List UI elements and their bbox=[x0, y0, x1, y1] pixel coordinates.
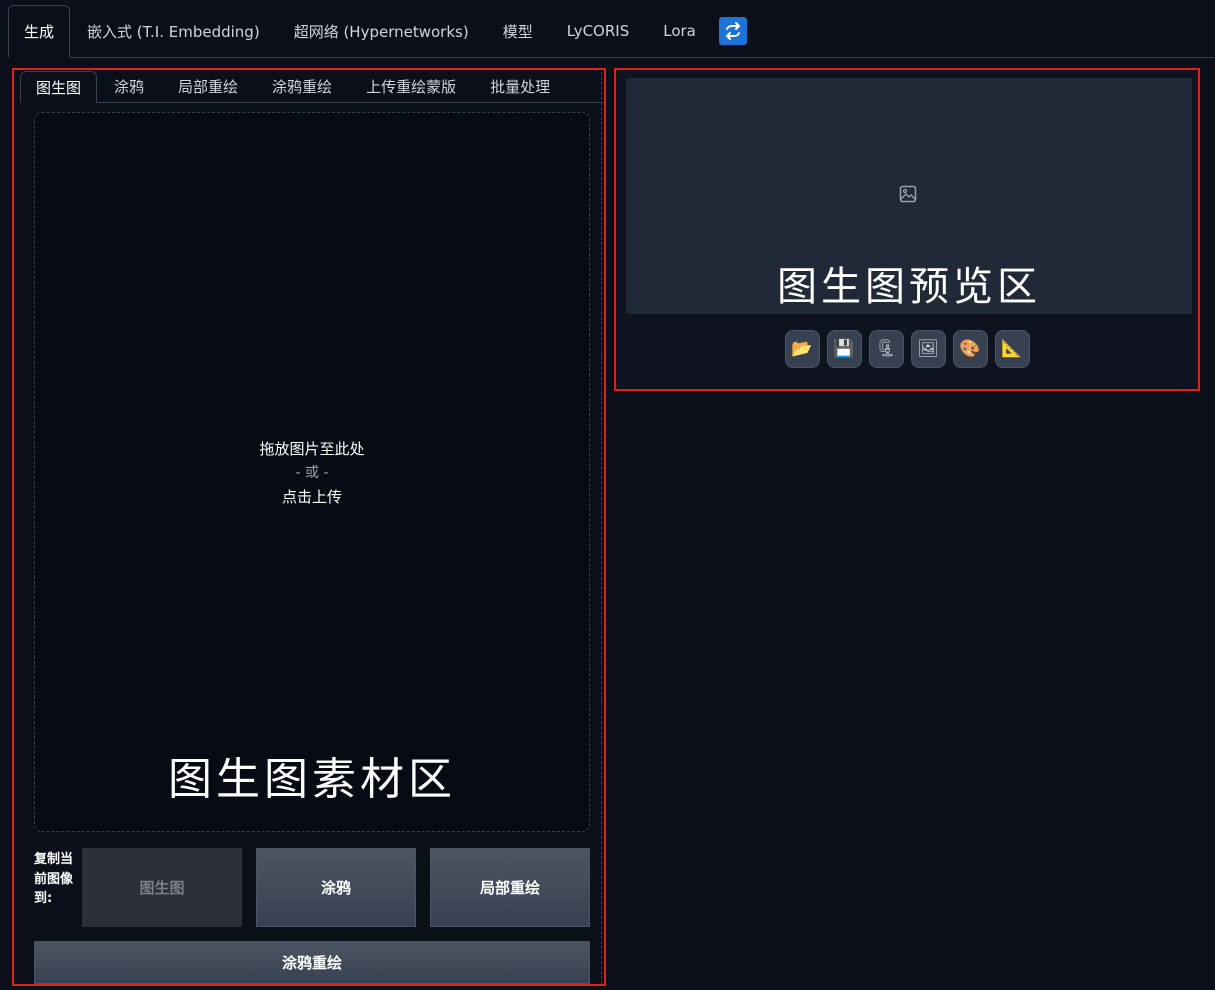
copy-to-inpaint-button[interactable]: 局部重绘 bbox=[430, 848, 590, 927]
send-to-inpaint-icon: 🎨 bbox=[959, 339, 981, 359]
save-button[interactable]: 💾 bbox=[826, 330, 862, 368]
source-area-label: 图生图素材区 bbox=[168, 754, 456, 805]
copy-image-row: 复制当前图像到: 图生图 涂鸦 局部重绘 bbox=[34, 848, 590, 928]
open-folder-button[interactable]: 📂 bbox=[784, 330, 820, 368]
copy-to-sketch-button[interactable]: 涂鸦 bbox=[256, 848, 416, 927]
img2img-mode-tabs: 图生图 涂鸦 局部重绘 涂鸦重绘 上传重绘蒙版 批量处理 bbox=[20, 71, 604, 103]
output-preview: 图生图预览区 bbox=[626, 78, 1192, 314]
tab-models[interactable]: 模型 bbox=[486, 5, 550, 57]
tab-lora[interactable]: Lora bbox=[646, 5, 713, 57]
copy-to-img2img-button[interactable]: 图生图 bbox=[82, 848, 242, 927]
tab-embedding[interactable]: 嵌入式 (T.I. Embedding) bbox=[70, 5, 277, 57]
tab-sketch[interactable]: 涂鸦 bbox=[97, 71, 161, 102]
copy-image-label: 复制当前图像到: bbox=[34, 852, 74, 906]
tab-batch[interactable]: 批量处理 bbox=[473, 71, 567, 102]
dropzone-instructions: 拖放图片至此处 - 或 - 点击上传 bbox=[35, 437, 589, 509]
tab-inpaint[interactable]: 局部重绘 bbox=[161, 71, 255, 102]
send-to-img2img-icon: 🖼 bbox=[917, 339, 939, 359]
output-toolbar: 📂 💾 🗜 🖼 🎨 📐 bbox=[616, 330, 1198, 368]
tab-inpaint-sketch[interactable]: 涂鸦重绘 bbox=[255, 71, 349, 102]
preview-area-label: 图生图预览区 bbox=[777, 264, 1041, 310]
send-to-extras-icon: 📐 bbox=[1001, 339, 1023, 359]
send-to-inpaint-button[interactable]: 🎨 bbox=[952, 330, 988, 368]
zip-button[interactable]: 🗜 bbox=[868, 330, 904, 368]
tab-inpaint-upload[interactable]: 上传重绘蒙版 bbox=[349, 71, 473, 102]
zip-icon: 🗜 bbox=[875, 339, 897, 359]
drop-hint: 拖放图片至此处 bbox=[259, 440, 365, 458]
main-tab-bar: 生成 嵌入式 (T.I. Embedding) 超网络 (Hypernetwor… bbox=[8, 5, 1215, 58]
click-upload-hint: 点击上传 bbox=[281, 488, 342, 506]
refresh-icon bbox=[725, 22, 740, 40]
or-separator: - 或 - bbox=[295, 465, 329, 481]
img2img-output-panel: 图生图预览区 📂 💾 🗜 🖼 🎨 📐 bbox=[614, 68, 1200, 391]
save-icon: 💾 bbox=[833, 339, 855, 359]
refresh-button[interactable] bbox=[718, 17, 747, 45]
send-to-img2img-button[interactable]: 🖼 bbox=[910, 330, 946, 368]
send-to-extras-button[interactable]: 📐 bbox=[994, 330, 1030, 368]
tab-generate[interactable]: 生成 bbox=[8, 5, 71, 58]
tab-img2img[interactable]: 图生图 bbox=[20, 71, 98, 103]
tab-hypernetworks[interactable]: 超网络 (Hypernetworks) bbox=[277, 5, 486, 57]
img2img-input-panel: 图生图 涂鸦 局部重绘 涂鸦重绘 上传重绘蒙版 批量处理 拖放图片至此处 - 或… bbox=[12, 68, 606, 986]
copy-to-inpaint-sketch-button[interactable]: 涂鸦重绘 bbox=[34, 941, 590, 984]
image-upload-dropzone[interactable]: 拖放图片至此处 - 或 - 点击上传 图生图素材区 bbox=[34, 112, 590, 832]
open-folder-icon: 📂 bbox=[791, 339, 813, 359]
image-icon bbox=[899, 185, 917, 203]
tab-lycoris[interactable]: LyCORIS bbox=[550, 5, 647, 57]
